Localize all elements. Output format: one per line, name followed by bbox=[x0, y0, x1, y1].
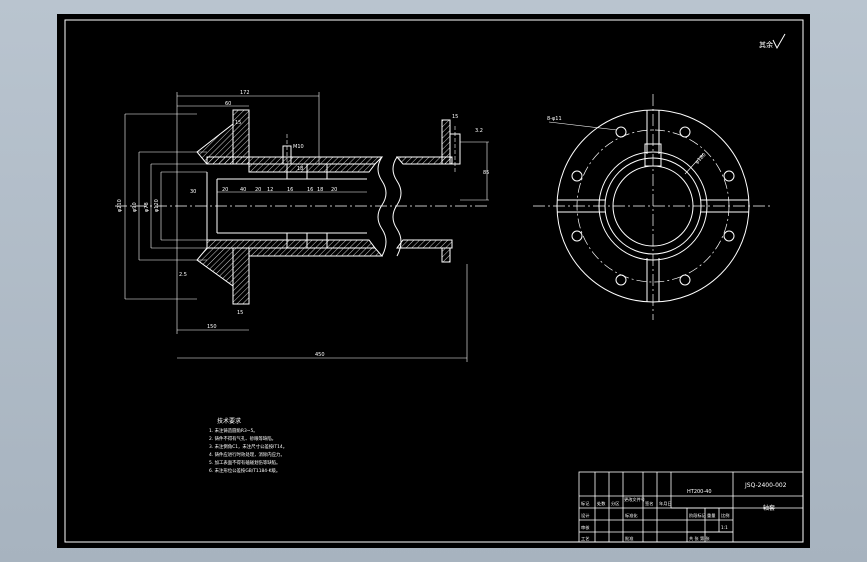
dim-top-60: 60 bbox=[225, 101, 231, 107]
col-header-4: 签名 bbox=[645, 500, 653, 507]
dim-16b: 16 bbox=[307, 187, 313, 193]
col-header-1: 处数 bbox=[597, 500, 606, 507]
surface-roughness-symbol: 其余 bbox=[759, 33, 786, 50]
col-header-5: 年月日 bbox=[659, 500, 672, 507]
dim-bottom-25: 2.5 bbox=[179, 272, 187, 278]
inner-border bbox=[64, 19, 804, 543]
dim-150: 150 bbox=[207, 324, 217, 330]
approve-label: 批准 bbox=[625, 535, 633, 542]
drawing-number: JSQ-2400-002 bbox=[744, 482, 787, 489]
row-label-process: 工艺 bbox=[581, 536, 589, 541]
title-block-texts: JSQ-2400-002 轴套 HT200-40 标记 处数 分区 更改文件号 … bbox=[581, 482, 787, 542]
drawing-canvas: 其余 172 60 15 M10 30 20 20 40 12 16 16 18… bbox=[64, 19, 804, 543]
note-2: 2. 铸件不得有气孔、砂眼等缺陷。 bbox=[209, 435, 276, 442]
dim-40: 40 bbox=[240, 187, 246, 193]
weight-label: 重量 bbox=[707, 512, 715, 519]
dim-right-32: 3.2 bbox=[475, 128, 483, 134]
note-6: 6. 未注形位公差按GB/T1184-K级。 bbox=[209, 467, 280, 474]
dim-dia-210: φ210 bbox=[117, 199, 123, 212]
row-label-design: 设计 bbox=[581, 512, 589, 519]
dim-dia-78: φ78 bbox=[144, 202, 150, 212]
drawing-sheet: 其余 172 60 15 M10 30 20 20 40 12 16 16 18… bbox=[57, 14, 810, 548]
dim-20c: 20 bbox=[331, 187, 337, 193]
dim-flange-15: 15 bbox=[235, 120, 241, 126]
ratio-label: 比例 bbox=[721, 512, 729, 519]
stage-label: 阶段标记 bbox=[689, 512, 707, 519]
dim-m10: M10 bbox=[293, 144, 304, 150]
dim-right-85: 85 bbox=[483, 170, 489, 176]
note-5: 5. 加工表面不得有磕碰划伤等缺陷。 bbox=[209, 459, 280, 466]
sheets-label: 共 张 第 张 bbox=[689, 535, 711, 542]
dim-30: 30 bbox=[190, 189, 196, 195]
std-label: 标准化 bbox=[625, 512, 638, 519]
note-3: 3. 未注倒角C1，未注尺寸公差按IT14。 bbox=[209, 443, 287, 450]
side-view bbox=[533, 94, 773, 320]
scale-value: 1:1 bbox=[721, 525, 728, 530]
dim-pcd: φ180 bbox=[694, 152, 707, 165]
dim-dia-90: φ90 bbox=[132, 202, 138, 212]
dim-20a: 20 bbox=[222, 187, 228, 193]
dim-16a: 16 bbox=[287, 187, 293, 193]
col-header-0: 标记 bbox=[581, 500, 590, 507]
dim-12: 12 bbox=[267, 187, 273, 193]
dim-right-15: 15 bbox=[452, 114, 458, 120]
note-1: 1. 未注铸造圆角R3~5。 bbox=[209, 427, 258, 434]
material: HT200-40 bbox=[687, 489, 712, 495]
front-dimension-texts: 172 60 15 M10 30 20 20 40 12 16 16 18 18… bbox=[117, 90, 489, 358]
dim-18b: 18 bbox=[317, 187, 323, 193]
dim-18a: 18 bbox=[297, 166, 303, 172]
technical-notes: 技术要求 1. 未注铸造圆角R3~5。 2. 铸件不得有气孔、砂眼等缺陷。 3.… bbox=[209, 417, 287, 474]
notes-title: 技术要求 bbox=[217, 417, 241, 425]
dim-bottom-15: 15 bbox=[237, 310, 243, 316]
col-header-3: 更改文件号 bbox=[624, 496, 645, 503]
dim-450: 450 bbox=[315, 352, 325, 358]
dim-top-172: 172 bbox=[240, 90, 250, 96]
dim-20b: 20 bbox=[255, 187, 261, 193]
front-dimension-lines bbox=[124, 92, 489, 362]
row-label-review: 审核 bbox=[581, 524, 590, 531]
roughness-label: 其余 bbox=[759, 40, 773, 49]
part-name: 轴套 bbox=[763, 504, 775, 512]
dim-hole-pattern: 8-φ11 bbox=[547, 116, 562, 122]
col-header-2: 分区 bbox=[611, 500, 619, 507]
dim-dia-120: φ120 bbox=[154, 199, 160, 212]
front-section-view bbox=[115, 109, 487, 305]
note-4: 4. 铸件应进行时效处理，消除内应力。 bbox=[209, 451, 285, 458]
